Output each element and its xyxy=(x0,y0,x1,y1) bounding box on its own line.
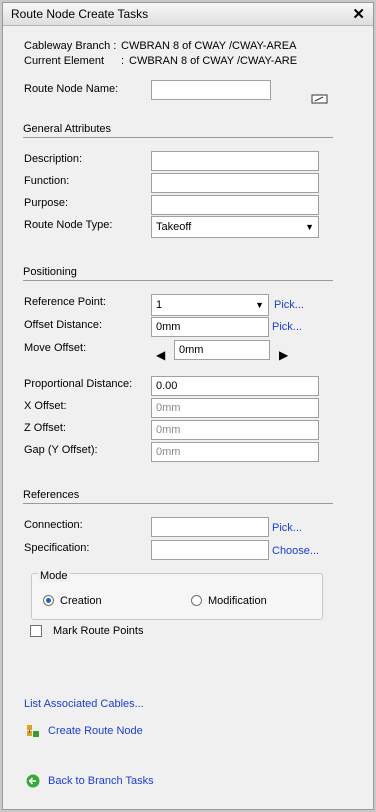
mark-route-points-label[interactable]: Mark Route Points xyxy=(53,625,143,637)
current-element-separator: : xyxy=(121,55,125,67)
offset-distance-label: Offset Distance: xyxy=(24,319,103,331)
function-label: Function: xyxy=(24,175,70,187)
chevron-down-icon: ▼ xyxy=(255,300,264,310)
purpose-input[interactable] xyxy=(151,195,319,215)
connection-label: Connection: xyxy=(24,519,83,531)
route-node-type-label: Route Node Type: xyxy=(24,219,113,231)
current-element-value: CWBRAN 8 of CWAY /CWAY-ARE xyxy=(129,55,298,67)
task-panel: Route Node Create Tasks ✕ Cableway Branc… xyxy=(2,2,374,810)
edit-name-icon[interactable] xyxy=(311,93,329,105)
specification-input[interactable] xyxy=(151,540,269,560)
references-heading: References xyxy=(23,489,80,501)
connection-pick-link[interactable]: Pick... xyxy=(272,522,302,534)
mark-route-points-checkbox[interactable] xyxy=(30,625,42,637)
creation-radio[interactable] xyxy=(43,595,54,606)
gap-y-offset-label: Gap (Y Offset): xyxy=(24,444,98,456)
reference-point-pick-link[interactable]: Pick... xyxy=(274,299,304,311)
description-input[interactable] xyxy=(151,151,319,171)
create-route-node-link[interactable]: Create Route Node xyxy=(48,725,143,737)
modification-radio-label[interactable]: Modification xyxy=(208,595,267,607)
z-offset-input[interactable]: 0mm xyxy=(151,420,319,440)
back-arrow-icon[interactable] xyxy=(26,774,40,788)
branch-label: Cableway Branch : xyxy=(24,40,117,52)
route-node-type-select[interactable]: Takeoff ▼ xyxy=(151,216,319,238)
list-associated-cables-link[interactable]: List Associated Cables... xyxy=(24,698,144,710)
offset-distance-pick-link[interactable]: Pick... xyxy=(272,321,302,333)
proportional-distance-input[interactable]: 0.00 xyxy=(151,376,319,396)
description-label: Description: xyxy=(24,153,83,165)
x-offset-label: X Offset: xyxy=(24,400,67,412)
connection-input[interactable] xyxy=(151,517,269,537)
create-node-icon[interactable] xyxy=(27,725,41,739)
z-offset-label: Z Offset: xyxy=(24,422,66,434)
positioning-divider xyxy=(23,280,333,281)
specification-label: Specification: xyxy=(24,542,90,554)
route-node-type-value: Takeoff xyxy=(156,221,192,233)
back-to-branch-tasks-link[interactable]: Back to Branch Tasks xyxy=(48,775,154,787)
move-offset-input[interactable]: 0mm xyxy=(174,340,270,360)
modification-radio[interactable] xyxy=(191,595,202,606)
title-bar: Route Node Create Tasks ✕ xyxy=(3,3,373,26)
general-divider xyxy=(23,137,333,138)
reference-point-value: 1 xyxy=(156,299,163,311)
proportional-distance-label: Proportional Distance: xyxy=(24,378,133,390)
route-node-name-label: Route Node Name: xyxy=(24,83,119,95)
x-offset-input[interactable]: 0mm xyxy=(151,398,319,418)
general-attributes-heading: General Attributes xyxy=(23,123,112,135)
reference-point-select[interactable]: 1 ▼ xyxy=(151,294,269,316)
references-divider xyxy=(23,503,333,504)
route-node-name-input[interactable] xyxy=(151,80,271,100)
chevron-down-icon: ▼ xyxy=(305,222,314,232)
arrow-left-icon[interactable]: ◀ xyxy=(156,349,165,361)
creation-radio-label[interactable]: Creation xyxy=(60,595,102,607)
gap-y-offset-input[interactable]: 0mm xyxy=(151,442,319,462)
move-offset-label: Move Offset: xyxy=(24,342,87,354)
current-element-label: Current Element xyxy=(24,55,105,67)
mode-legend: Mode xyxy=(38,570,70,582)
window-title: Route Node Create Tasks xyxy=(11,7,149,21)
purpose-label: Purpose: xyxy=(24,197,69,209)
reference-point-label: Reference Point: xyxy=(24,296,106,308)
specification-choose-link[interactable]: Choose... xyxy=(272,545,319,557)
arrow-right-icon[interactable]: ▶ xyxy=(279,349,288,361)
function-input[interactable] xyxy=(151,173,319,193)
branch-value: CWBRAN 8 of CWAY /CWAY-AREA xyxy=(121,40,297,52)
offset-distance-input[interactable]: 0mm xyxy=(151,317,269,337)
close-icon[interactable]: ✕ xyxy=(352,5,365,23)
positioning-heading: Positioning xyxy=(23,266,77,278)
